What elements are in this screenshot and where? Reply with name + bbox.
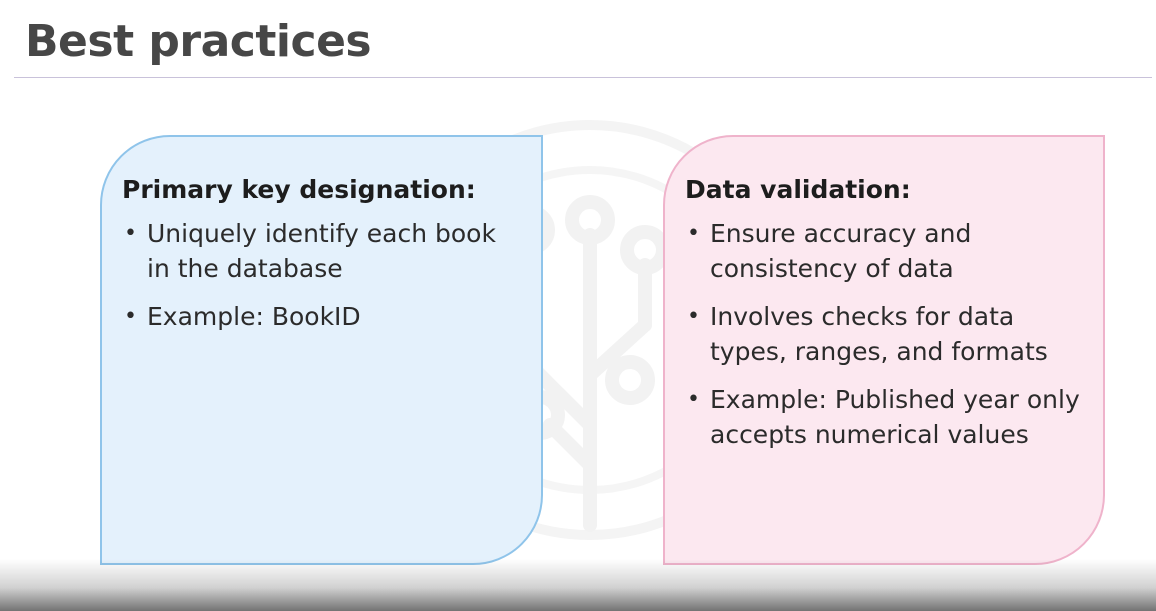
list-item: • Example: BookID xyxy=(122,299,521,334)
list-item-text: Uniquely identify each book in the datab… xyxy=(147,219,496,283)
list-item-text: Example: BookID xyxy=(147,302,361,331)
list-item: • Uniquely identify each book in the dat… xyxy=(122,216,521,286)
video-bottom-shade xyxy=(0,559,1156,611)
list-item: • Involves checks for data types, ranges… xyxy=(685,299,1083,369)
list-item-text: Example: Published year only accepts num… xyxy=(710,385,1080,449)
bullet-list: • Ensure accuracy and consistency of dat… xyxy=(685,216,1083,452)
card-heading: Data validation: xyxy=(685,175,911,204)
list-item-text: Involves checks for data types, ranges, … xyxy=(710,302,1048,366)
bullet-dot-icon: • xyxy=(687,221,700,246)
list-item: • Example: Published year only accepts n… xyxy=(685,382,1083,452)
slide-title: Best practices xyxy=(25,16,372,67)
title-divider xyxy=(14,77,1152,78)
list-item: • Ensure accuracy and consistency of dat… xyxy=(685,216,1083,286)
list-item-text: Ensure accuracy and consistency of data xyxy=(710,219,972,283)
bullet-dot-icon: • xyxy=(124,221,137,246)
card-primary-key: Primary key designation: • Uniquely iden… xyxy=(100,135,543,565)
bullet-list: • Uniquely identify each book in the dat… xyxy=(122,216,521,334)
slide: Best practices Primary key designation: … xyxy=(0,0,1156,611)
bullet-dot-icon: • xyxy=(124,304,137,329)
bullet-dot-icon: • xyxy=(687,304,700,329)
bullet-dot-icon: • xyxy=(687,387,700,412)
card-heading: Primary key designation: xyxy=(122,175,476,204)
card-data-validation: Data validation: • Ensure accuracy and c… xyxy=(663,135,1105,565)
